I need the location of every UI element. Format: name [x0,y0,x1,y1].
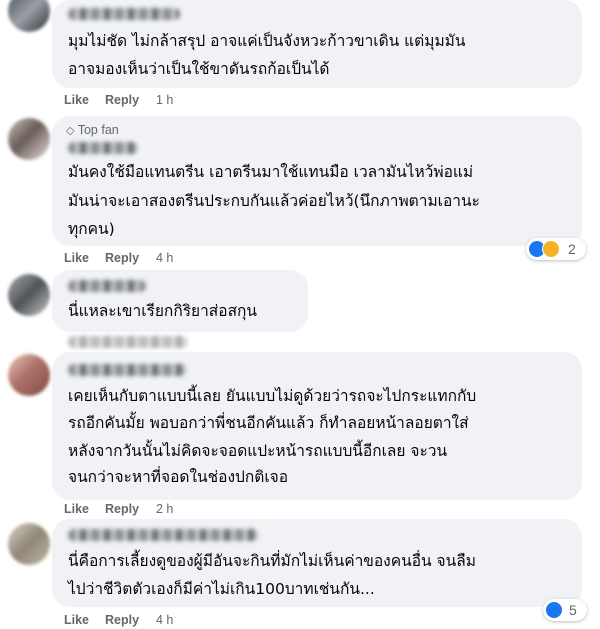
comment-text-line: จนกว่าจะหาที่จอดในช่องปกติเจอ [68,468,289,486]
timestamp[interactable]: 1 h [156,93,173,107]
avatar[interactable] [8,118,50,160]
timestamp[interactable]: 4 h [156,613,173,627]
like-button[interactable]: Like [64,613,89,627]
commenter-name[interactable] [68,529,258,541]
commenter-name[interactable] [68,142,138,154]
commenter-name[interactable] [68,280,146,292]
reaction-count: 5 [569,602,577,618]
comment-text-line: ไปว่าชีวิตตัวเองก็มีค่าไม่เกิน100บาทเช่น… [68,580,375,598]
comment-text-line: นี่แหละเขาเรียกกิริยาส่อสกุน [68,302,258,320]
reply-button[interactable]: Reply [105,502,139,516]
commenter-name[interactable] [68,364,186,376]
comment-text-line: รถอีกคันมั้ย พอบอกว่าพี่ชนอีกคันแล้ว ก็ท… [68,414,469,432]
comment-text-line: มันคงใช้มือแทนตรีน เอาตรีนมาใช้แทนมือ เว… [68,163,474,181]
comment-2: ◇ Top fan มันคงใช้มือแทนตรีน เอาตรีนมาใช… [0,112,600,270]
comment-3: นี่แหละเขาเรียกกิริยาส่อสกุน [0,270,600,332]
avatar[interactable] [8,274,50,316]
reaction-summary[interactable]: 5 [543,599,587,621]
comment-text-line: นี่คือการเลี้ยงดูของผู้มีอันจะกินที่มักไ… [68,552,476,570]
like-button[interactable]: Like [64,502,89,516]
comment-1: มุมไม่ชัด ไม่กล้าสรุป อาจแค่เป็นจังหวะก้… [0,0,600,110]
comment-text-line: ทุกคน) [68,220,115,238]
avatar[interactable] [8,0,50,32]
reply-button[interactable]: Reply [105,251,139,265]
reaction-count: 2 [568,241,576,257]
reaction-summary[interactable]: 2 [526,238,586,260]
diamond-icon: ◇ [66,125,75,137]
comment-text-line: หลังจากวันนั้นไม่คิดจะจอดแปะหน้ารถแบบนี้… [68,442,448,460]
like-reaction-icon [545,601,563,619]
like-button[interactable]: Like [64,93,89,107]
comment-text-line: มุมไม่ชัด ไม่กล้าสรุป อาจแค่เป็นจังหวะก้… [68,32,466,50]
comment-4: เคยเห็นกับตาแบบนี้เลย ยันแบบไม่ดูด้วยว่า… [0,332,600,516]
comment-5: นี่คือการเลี้ยงดูของผู้มีอันจะกินที่มักไ… [0,515,600,629]
commenter-name-overflow [68,336,188,348]
reply-button[interactable]: Reply [105,613,139,627]
avatar[interactable] [8,523,50,565]
timestamp[interactable]: 2 h [156,502,173,516]
like-button[interactable]: Like [64,251,89,265]
comment-text-line: เคยเห็นกับตาแบบนี้เลย ยันแบบไม่ดูด้วยว่า… [68,387,477,405]
avatar[interactable] [8,354,50,396]
haha-reaction-icon [542,240,560,258]
comment-text-line: อาจมองเห็นว่าเป็นใช้ขาดันรถก้อเป็นได้ [68,60,330,78]
timestamp[interactable]: 4 h [156,251,173,265]
commenter-name[interactable] [68,8,180,20]
top-fan-badge: ◇ Top fan [66,123,119,137]
comment-text-line: มันน่าจะเอาสองตรีนประกบกันแล้วค่อยไหว้(น… [68,192,480,210]
reply-button[interactable]: Reply [105,93,139,107]
